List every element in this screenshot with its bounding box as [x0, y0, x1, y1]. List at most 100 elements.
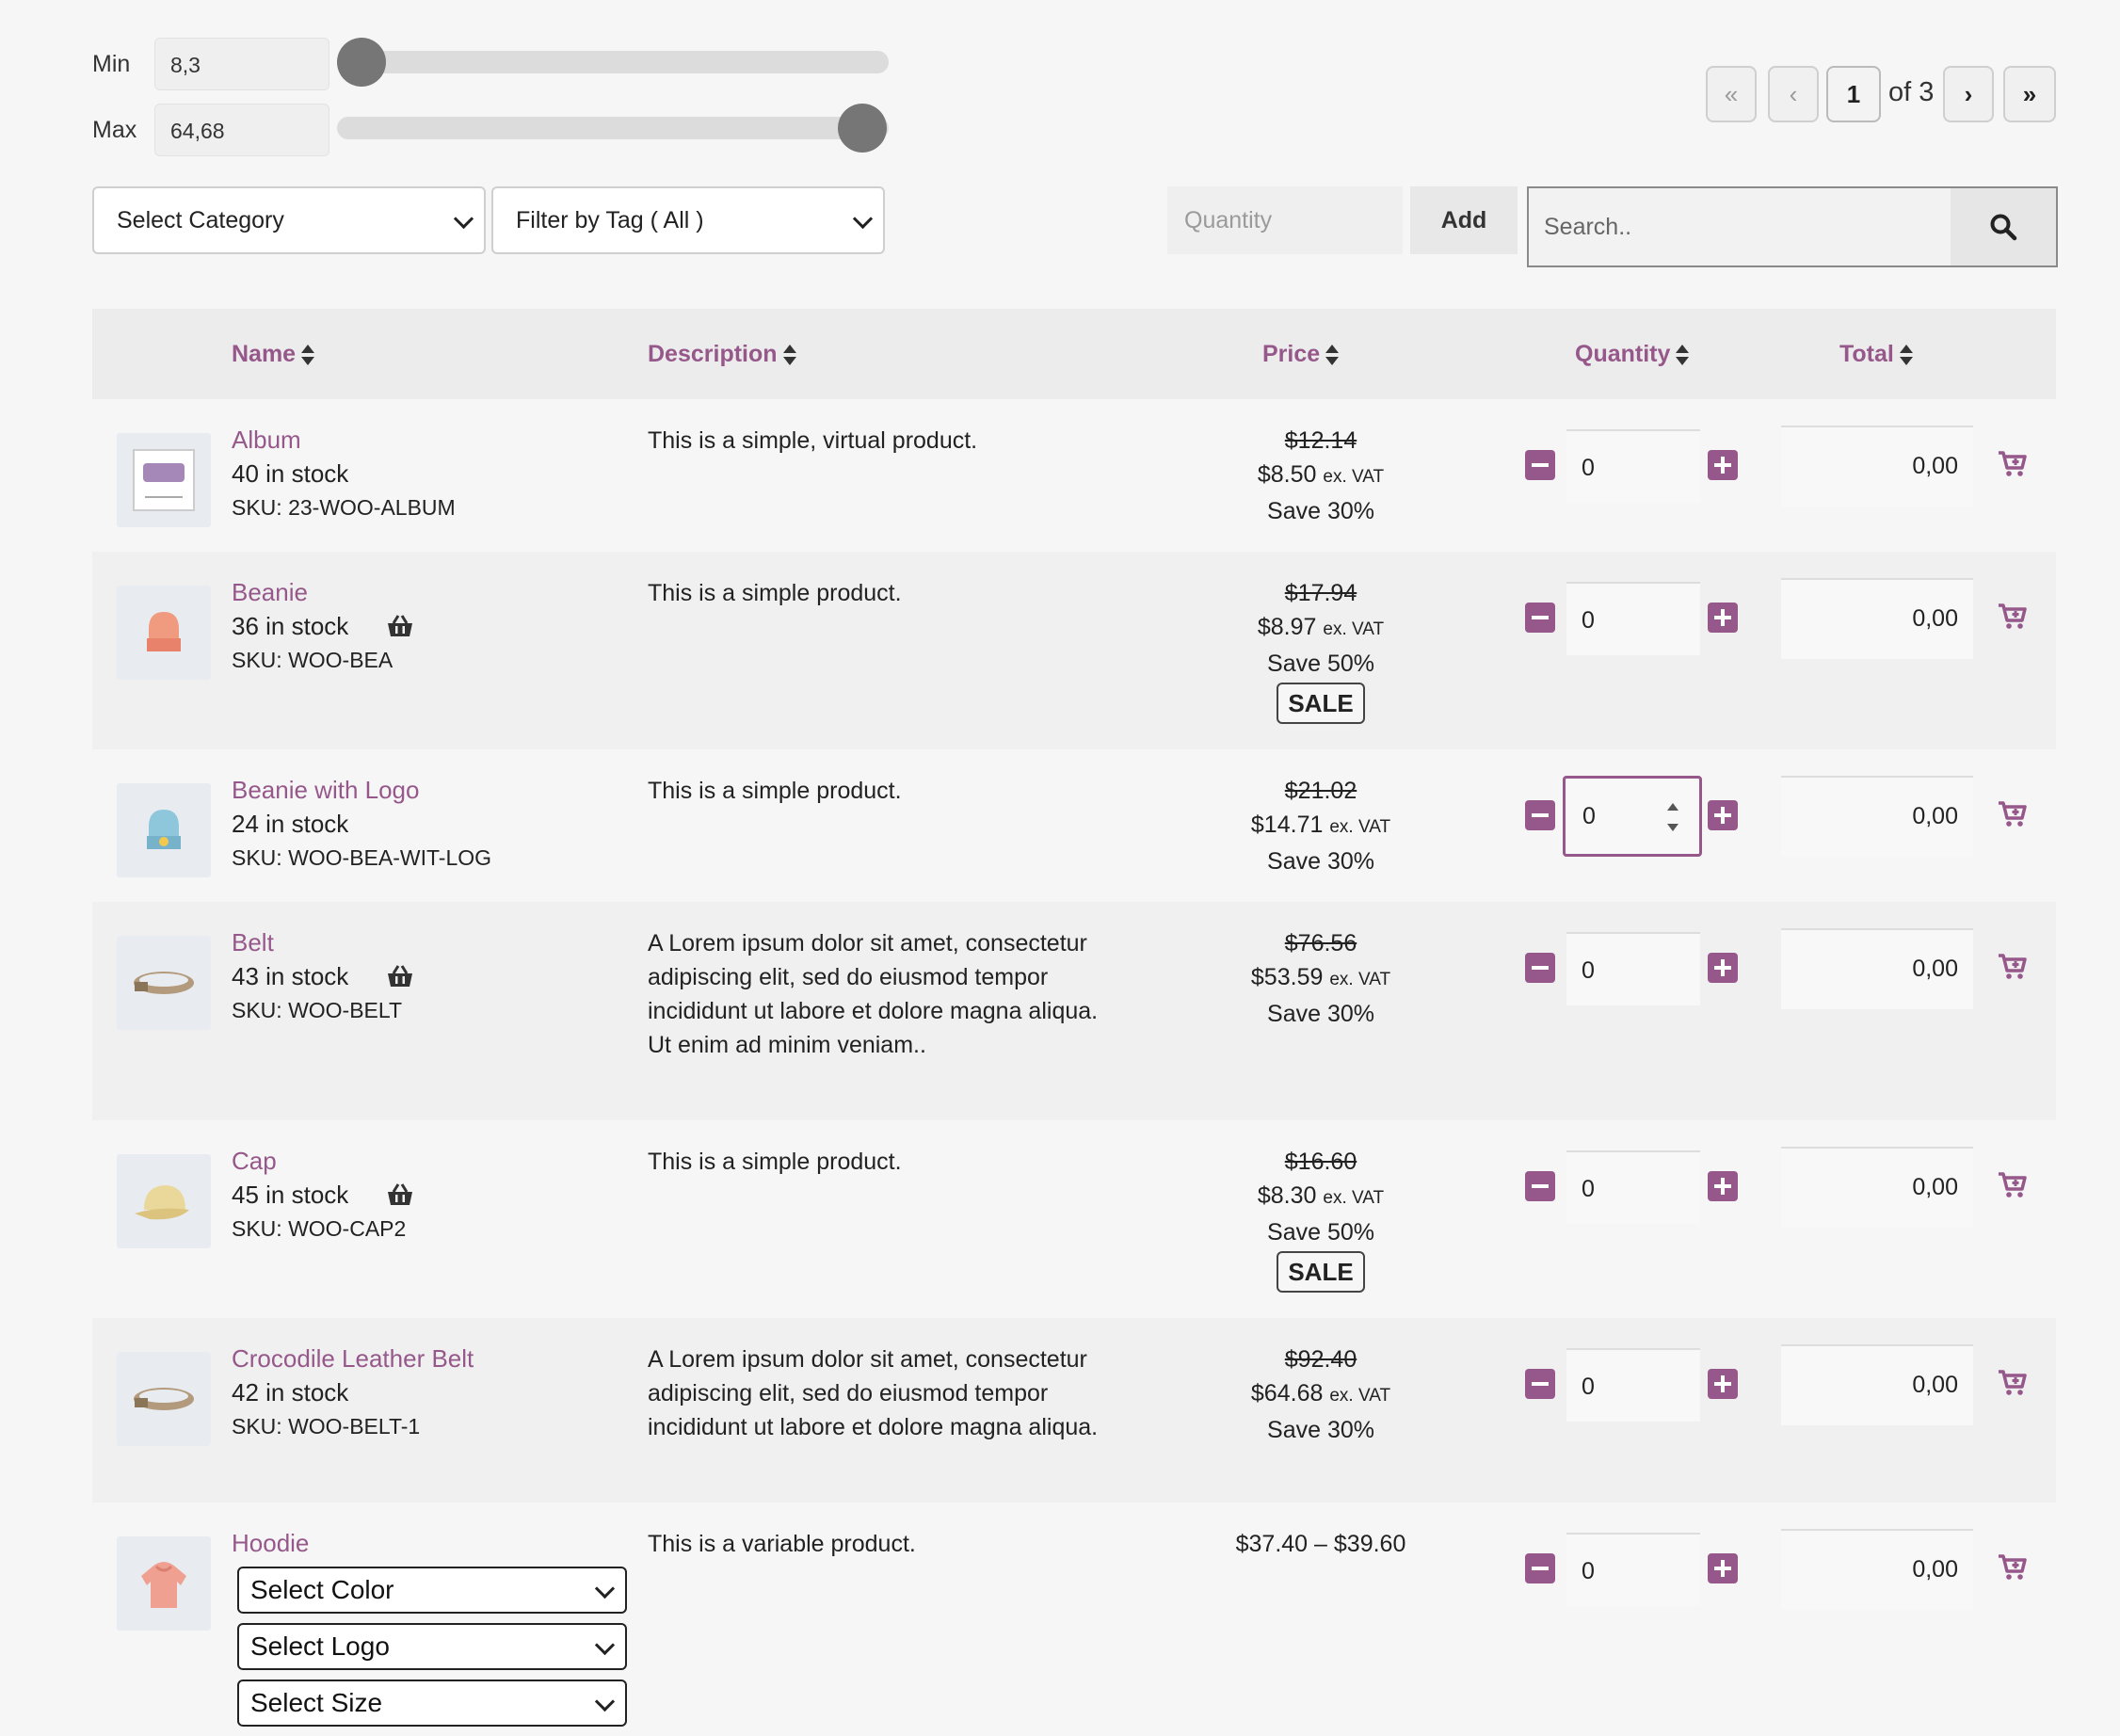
decrease-quantity-button[interactable] — [1525, 800, 1555, 830]
product-thumbnail[interactable] — [117, 1536, 211, 1631]
product-description: A Lorem ipsum dolor sit amet, consectetu… — [648, 1346, 1099, 1440]
regular-price: $17.94 — [1284, 580, 1357, 606]
product-thumbnail[interactable] — [117, 783, 211, 877]
next-page-button[interactable]: › — [1943, 66, 1994, 122]
first-page-button[interactable]: « — [1706, 66, 1757, 122]
add-button[interactable]: Add — [1410, 186, 1518, 254]
save-percentage: Save 30% — [1267, 498, 1374, 524]
search-input[interactable]: Search.. — [1544, 188, 1631, 265]
sale-badge: SALE — [1277, 683, 1365, 724]
quantity-input[interactable]: 0 — [1566, 1533, 1700, 1606]
stock-status: 24 in stock — [232, 810, 349, 838]
album-icon — [133, 449, 195, 511]
decrease-quantity-button[interactable] — [1525, 953, 1555, 983]
min-price-input[interactable]: 8,3 — [154, 38, 329, 90]
product-name-link[interactable]: Crocodile Leather Belt — [232, 1344, 474, 1374]
product-description: A Lorem ipsum dolor sit amet, consectetu… — [648, 930, 1099, 1058]
stock-status: 45 in stock — [232, 1181, 349, 1209]
min-slider-handle[interactable] — [337, 38, 386, 87]
basket-icon[interactable] — [386, 964, 414, 989]
decrease-quantity-button[interactable] — [1525, 1369, 1555, 1399]
decrease-quantity-button[interactable] — [1525, 1553, 1555, 1583]
quantity-input[interactable]: 0 — [1566, 582, 1700, 655]
minus-icon — [1532, 616, 1549, 619]
sort-icon — [301, 344, 315, 366]
vat-label: ex. VAT — [1329, 1386, 1391, 1406]
add-to-cart-icon[interactable] — [1998, 1369, 2028, 1397]
product-thumbnail[interactable] — [117, 1154, 211, 1248]
max-slider-handle[interactable] — [838, 104, 887, 153]
search-button[interactable] — [1951, 188, 2056, 265]
line-total: 0,00 — [1781, 928, 1973, 1009]
spinner-arrows-icon[interactable] — [1667, 803, 1678, 831]
increase-quantity-button[interactable] — [1708, 1171, 1738, 1201]
quantity-input[interactable]: 0 — [1566, 1348, 1700, 1422]
stock-status: 36 in stock — [232, 612, 349, 640]
product-price: $21.02 $14.71 ex. VAT Save 30% — [1128, 774, 1514, 878]
last-page-button[interactable]: » — [2003, 66, 2056, 122]
basket-icon[interactable] — [386, 614, 414, 638]
sort-total-header[interactable]: Total — [1839, 309, 1913, 399]
quantity-input[interactable]: 0 — [1566, 932, 1700, 1005]
regular-price: $16.60 — [1284, 1149, 1357, 1175]
product-thumbnail[interactable] — [117, 433, 211, 527]
quantity-input[interactable]: 0 — [1566, 429, 1700, 503]
color-select[interactable]: Select Color — [237, 1567, 627, 1614]
product-thumbnail[interactable] — [117, 1352, 211, 1446]
category-select[interactable]: Select Category — [92, 186, 486, 254]
prev-page-button[interactable]: ‹ — [1768, 66, 1819, 122]
product-name-link[interactable]: Album — [232, 426, 301, 455]
product-sku: SKU: WOO-BEA-WIT-LOG — [232, 845, 492, 870]
min-label: Min — [92, 51, 131, 77]
bulk-quantity-input[interactable]: Quantity — [1167, 186, 1403, 254]
quantity-input[interactable]: 0 — [1566, 1150, 1700, 1224]
product-thumbnail[interactable] — [117, 936, 211, 1030]
max-price-input[interactable]: 64,68 — [154, 104, 329, 156]
decrease-quantity-button[interactable] — [1525, 603, 1555, 633]
product-description: This is a simple, virtual product. — [648, 427, 978, 454]
add-to-cart-icon[interactable] — [1998, 800, 2028, 828]
table-row: Belt 43 in stock SKU: WOO-BELT A Lorem i… — [92, 902, 2056, 1120]
size-select[interactable]: Select Size — [237, 1680, 627, 1727]
sort-price-header[interactable]: Price — [1262, 309, 1340, 399]
increase-quantity-button[interactable] — [1708, 1553, 1738, 1583]
tag-select[interactable]: Filter by Tag ( All ) — [491, 186, 885, 254]
add-to-cart-icon[interactable] — [1998, 1171, 2028, 1199]
increase-quantity-button[interactable] — [1708, 953, 1738, 983]
save-percentage: Save 30% — [1267, 1417, 1374, 1443]
add-to-cart-icon[interactable] — [1998, 1553, 2028, 1582]
minus-icon — [1532, 463, 1549, 467]
increase-quantity-button[interactable] — [1708, 1369, 1738, 1399]
product-thumbnail[interactable] — [117, 586, 211, 680]
decrease-quantity-button[interactable] — [1525, 450, 1555, 480]
product-name-link[interactable]: Belt — [232, 928, 274, 957]
decrease-quantity-button[interactable] — [1525, 1171, 1555, 1201]
add-to-cart-icon[interactable] — [1998, 603, 2028, 631]
basket-icon[interactable] — [386, 1182, 414, 1207]
increase-quantity-button[interactable] — [1708, 603, 1738, 633]
product-name-link[interactable]: Hoodie — [232, 1529, 309, 1558]
sort-name-header[interactable]: Name — [232, 309, 315, 399]
stock-status: 43 in stock — [232, 962, 349, 990]
increase-quantity-button[interactable] — [1708, 800, 1738, 830]
product-name-link[interactable]: Beanie with Logo — [232, 776, 419, 805]
minus-icon — [1532, 966, 1549, 970]
sort-quantity-header[interactable]: Quantity — [1575, 309, 1690, 399]
increase-quantity-button[interactable] — [1708, 450, 1738, 480]
add-to-cart-icon[interactable] — [1998, 953, 2028, 981]
current-page-input[interactable]: 1 — [1826, 66, 1881, 122]
min-slider-track[interactable] — [337, 51, 889, 73]
product-name-link[interactable]: Beanie — [232, 578, 308, 607]
quantity-input[interactable]: 0 — [1563, 776, 1702, 857]
sort-icon — [1676, 344, 1690, 366]
add-to-cart-icon[interactable] — [1998, 450, 2028, 478]
product-name-link[interactable]: Cap — [232, 1147, 277, 1176]
logo-select[interactable]: Select Logo — [237, 1623, 627, 1670]
chevron-down-icon — [852, 208, 874, 230]
sort-description-header[interactable]: Description — [648, 309, 796, 399]
product-price: $17.94 $8.97 ex. VAT Save 50% SALE — [1128, 576, 1514, 724]
cap-icon — [135, 1185, 189, 1220]
vat-label: ex. VAT — [1323, 467, 1385, 487]
max-slider-track[interactable] — [337, 117, 889, 139]
product-description: This is a simple product. — [648, 580, 902, 606]
